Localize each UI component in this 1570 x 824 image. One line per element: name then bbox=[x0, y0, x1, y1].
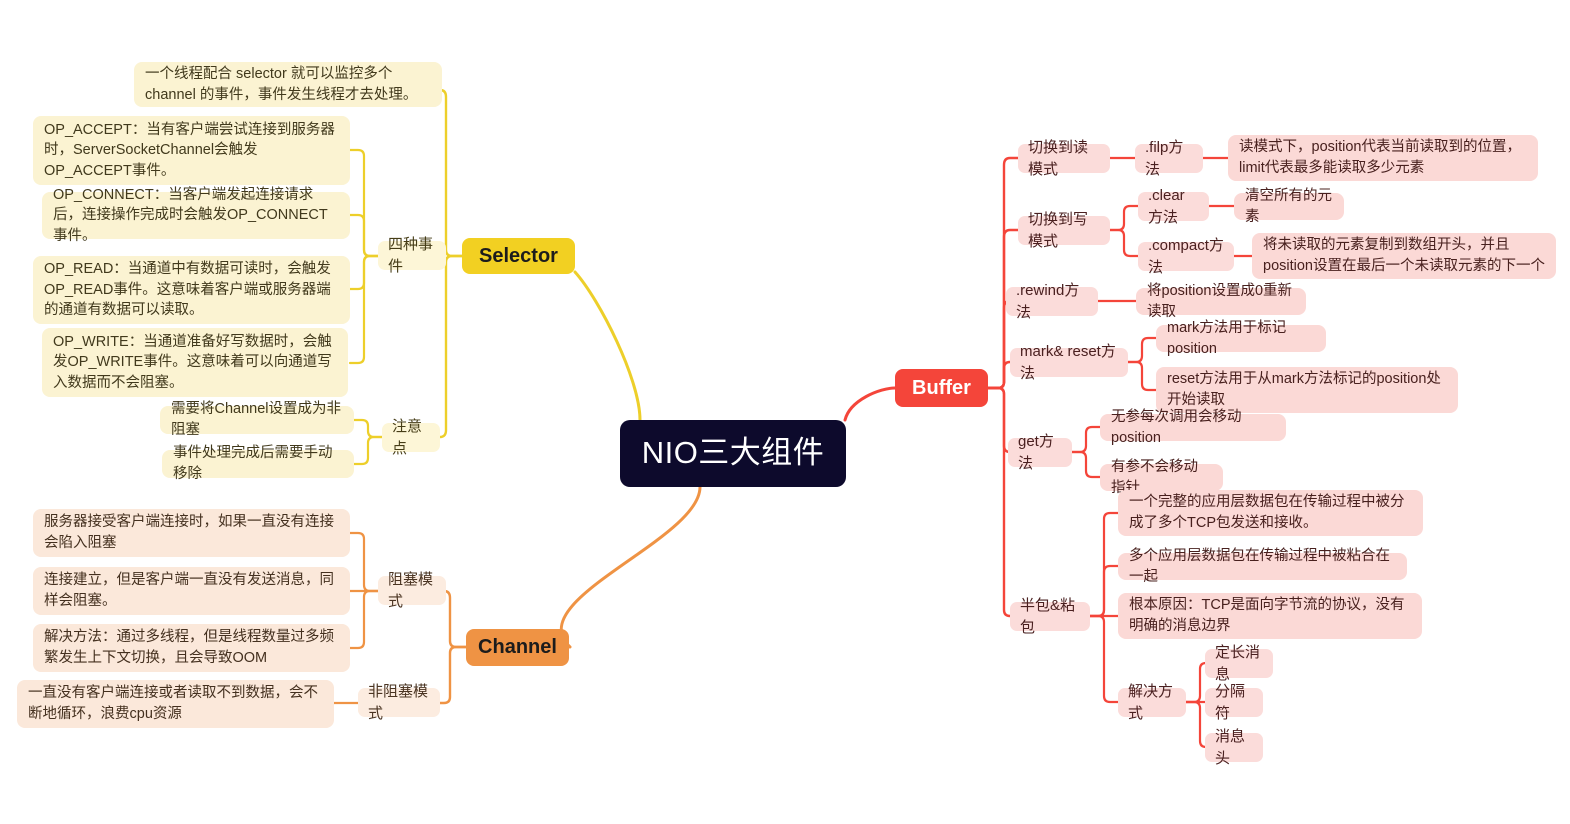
leaf-selector-intro[interactable]: 一个线程配合 selector 就可以监控多个 channel 的事件，事件发生… bbox=[134, 62, 442, 107]
leaf-text: 根本原因：TCP是面向字节流的协议，没有明确的消息边界 bbox=[1129, 597, 1405, 634]
method-label: .clear方法 bbox=[1148, 187, 1185, 226]
topic-label: 非阻塞模式 bbox=[368, 683, 429, 722]
leaf-op-write[interactable]: OP_WRITE：当通道准备好写数据时，会触发OP_WRITE事件。这意味着可以… bbox=[42, 328, 348, 397]
topic-blocking-mode[interactable]: 阻塞模式 bbox=[378, 571, 446, 610]
leaf-filp-desc[interactable]: 读模式下，position代表当前读取到的位置，limit代表最多能读取多少元素 bbox=[1228, 135, 1538, 181]
solution-delimiter[interactable]: 分隔符 bbox=[1205, 683, 1263, 722]
topic-label: 解决方式 bbox=[1128, 683, 1174, 722]
leaf-get-noarg[interactable]: 无参每次调用会移动position bbox=[1100, 409, 1286, 446]
branch-node-selector[interactable]: Selector bbox=[462, 238, 575, 274]
topic-mark-reset-method[interactable]: mark& reset方法 bbox=[1010, 343, 1128, 382]
leaf-text: OP_WRITE：当通道准备好写数据时，会触发OP_WRITE事件。这意味着可以… bbox=[53, 333, 332, 391]
leaf-mark-desc[interactable]: mark方法用于标记position bbox=[1156, 320, 1326, 357]
leaf-text: OP_READ：当通道中有数据可读时，会触发OP_READ事件。这意味着客户端或… bbox=[44, 261, 331, 319]
branch-label-selector: Selector bbox=[479, 244, 558, 267]
leaf-op-accept[interactable]: OP_ACCEPT：当有客户端尝试连接到服务器时，ServerSocketCha… bbox=[33, 116, 350, 185]
branch-label-channel: Channel bbox=[478, 636, 557, 659]
leaf-clear-desc[interactable]: 清空所有的元素 bbox=[1234, 188, 1344, 225]
topic-switch-read-mode[interactable]: 切换到读模式 bbox=[1018, 139, 1110, 178]
topic-rewind-method[interactable]: .rewind方法 bbox=[1006, 282, 1098, 321]
method-compact[interactable]: .compact方法 bbox=[1138, 237, 1234, 276]
topic-solution[interactable]: 解决方式 bbox=[1118, 683, 1186, 722]
topic-label: get方法 bbox=[1018, 433, 1054, 472]
root-label: NIO三大组件 bbox=[641, 435, 825, 471]
leaf-rewind-desc[interactable]: 将position设置成0重新读取 bbox=[1136, 283, 1306, 320]
solution-label: 分隔符 bbox=[1215, 683, 1246, 722]
topic-label: 阻塞模式 bbox=[388, 571, 434, 610]
leaf-halfpacket-2[interactable]: 多个应用层数据包在传输过程中被粘合在一起 bbox=[1118, 548, 1407, 585]
topic-switch-write-mode[interactable]: 切换到写模式 bbox=[1018, 211, 1110, 250]
leaf-text: 无参每次调用会移动position bbox=[1111, 408, 1242, 446]
leaf-text: 将position设置成0重新读取 bbox=[1147, 282, 1293, 320]
leaf-selector-note-1[interactable]: 需要将Channel设置成为非阻塞 bbox=[160, 401, 354, 438]
leaf-compact-desc[interactable]: 将未读取的元素复制到数组开头，并且position设置在最后一个未读取元素的下一… bbox=[1252, 233, 1556, 279]
topic-four-events[interactable]: 四种事件 bbox=[378, 236, 446, 275]
mindmap-canvas: NIO三大组件 Selector 四种事件 注意点 一个线程配合 selecto… bbox=[0, 0, 1570, 824]
leaf-text: 连接建立，但是客户端一直没有发送消息，同样会阻塞。 bbox=[44, 572, 334, 609]
solution-fixed-length[interactable]: 定长消息 bbox=[1205, 644, 1273, 683]
method-label: .compact方法 bbox=[1148, 237, 1224, 276]
topic-label: 半包&粘包 bbox=[1020, 597, 1076, 636]
leaf-text: 多个应用层数据包在传输过程中被粘合在一起 bbox=[1129, 547, 1390, 585]
leaf-text: 读模式下，position代表当前读取到的位置，limit代表最多能读取多少元素 bbox=[1239, 139, 1521, 176]
leaf-channel-blocking-2[interactable]: 连接建立，但是客户端一直没有发送消息，同样会阻塞。 bbox=[33, 567, 350, 615]
leaf-op-read[interactable]: OP_READ：当通道中有数据可读时，会触发OP_READ事件。这意味着客户端或… bbox=[33, 256, 350, 324]
solution-message-header[interactable]: 消息头 bbox=[1205, 728, 1263, 767]
leaf-text: 一个完整的应用层数据包在传输过程中被分成了多个TCP包发送和接收。 bbox=[1129, 494, 1405, 531]
topic-selector-notes[interactable]: 注意点 bbox=[382, 418, 440, 457]
leaf-text: 清空所有的元素 bbox=[1245, 187, 1332, 225]
leaf-text: reset方法用于从mark方法标记的position处开始读取 bbox=[1167, 371, 1441, 408]
topic-label: 四种事件 bbox=[388, 236, 434, 275]
method-clear[interactable]: .clear方法 bbox=[1138, 187, 1209, 226]
leaf-text: OP_ACCEPT：当有客户端尝试连接到服务器时，ServerSocketCha… bbox=[44, 121, 335, 179]
leaf-text: 服务器接受客户端连接时，如果一直没有连接会陷入阻塞 bbox=[44, 514, 334, 551]
leaf-text: mark方法用于标记position bbox=[1167, 319, 1287, 357]
leaf-get-arg[interactable]: 有参不会移动指针 bbox=[1100, 459, 1223, 496]
branch-node-buffer[interactable]: Buffer bbox=[895, 369, 988, 407]
topic-label: 切换到读模式 bbox=[1028, 139, 1089, 178]
leaf-halfpacket-1[interactable]: 一个完整的应用层数据包在传输过程中被分成了多个TCP包发送和接收。 bbox=[1118, 490, 1423, 536]
leaf-selector-note-2[interactable]: 事件处理完成后需要手动移除 bbox=[162, 445, 354, 482]
leaf-text: OP_CONNECT：当客户端发起连接请求后，连接操作完成时会触发OP_CONN… bbox=[53, 186, 328, 244]
method-label: .filp方法 bbox=[1145, 139, 1184, 178]
leaf-op-connect[interactable]: OP_CONNECT：当客户端发起连接请求后，连接操作完成时会触发OP_CONN… bbox=[42, 187, 350, 244]
topic-half-sticky-packet[interactable]: 半包&粘包 bbox=[1010, 597, 1090, 636]
leaf-halfpacket-3[interactable]: 根本原因：TCP是面向字节流的协议，没有明确的消息边界 bbox=[1118, 593, 1422, 639]
leaf-channel-nonblocking-1[interactable]: 一直没有客户端连接或者读取不到数据，会不断地循环，浪费cpu资源 bbox=[17, 680, 334, 728]
branch-node-channel[interactable]: Channel bbox=[466, 629, 569, 666]
leaf-channel-blocking-1[interactable]: 服务器接受客户端连接时，如果一直没有连接会陷入阻塞 bbox=[33, 509, 350, 557]
solution-label: 消息头 bbox=[1215, 728, 1246, 767]
leaf-text: 一个线程配合 selector 就可以监控多个 channel 的事件，事件发生… bbox=[145, 65, 418, 103]
method-filp[interactable]: .filp方法 bbox=[1135, 139, 1203, 178]
topic-label: 注意点 bbox=[392, 418, 423, 457]
topic-label: .rewind方法 bbox=[1016, 282, 1080, 321]
leaf-text: 事件处理完成后需要手动移除 bbox=[173, 445, 333, 482]
root-node[interactable]: NIO三大组件 bbox=[620, 420, 846, 487]
leaf-channel-blocking-3[interactable]: 解决方法：通过多线程，但是线程数量过多频繁发生上下文切换，且会导致OOM bbox=[33, 624, 350, 672]
branch-label-buffer: Buffer bbox=[912, 376, 971, 399]
topic-nonblocking-mode[interactable]: 非阻塞模式 bbox=[358, 683, 440, 722]
solution-label: 定长消息 bbox=[1215, 644, 1261, 683]
leaf-text: 需要将Channel设置成为非阻塞 bbox=[171, 401, 342, 438]
leaf-text: 一直没有客户端连接或者读取不到数据，会不断地循环，浪费cpu资源 bbox=[28, 685, 318, 722]
topic-label: 切换到写模式 bbox=[1028, 211, 1089, 250]
leaf-text: 解决方法：通过多线程，但是线程数量过多频繁发生上下文切换，且会导致OOM bbox=[44, 629, 334, 666]
leaf-text: 将未读取的元素复制到数组开头，并且position设置在最后一个未读取元素的下一… bbox=[1263, 237, 1545, 274]
topic-label: mark& reset方法 bbox=[1020, 343, 1116, 382]
topic-get-method[interactable]: get方法 bbox=[1008, 433, 1072, 472]
